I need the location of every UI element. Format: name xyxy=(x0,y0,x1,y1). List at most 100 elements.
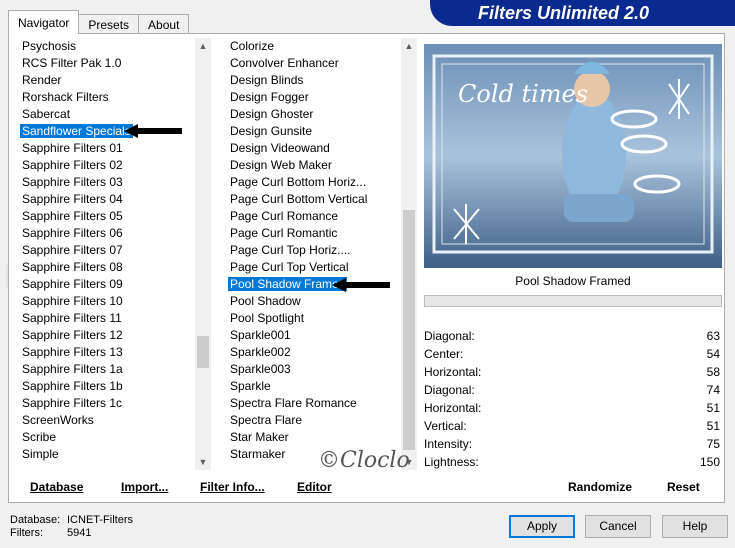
filter-item[interactable]: Pool Spotlight xyxy=(224,310,400,327)
parameter-row[interactable]: Diagonal: 74 xyxy=(424,381,722,399)
filter-item[interactable]: Page Curl Bottom Horiz... xyxy=(224,174,400,191)
tab-navigator[interactable]: Navigator xyxy=(8,10,80,34)
filter-item[interactable]: Star Maker xyxy=(224,429,400,446)
filter-item-label: Convolver Enhancer xyxy=(230,56,339,70)
filter-item-label: Page Curl Romance xyxy=(230,209,339,223)
parameter-row[interactable]: Vertical: 51 xyxy=(424,417,722,435)
filter-item[interactable]: Pool Shadow xyxy=(224,293,400,310)
parameter-list: Diagonal: 63 Center: 54 Horizontal: 58 Diagona… xyxy=(424,327,722,471)
parameter-row[interactable]: Horizontal: 58 xyxy=(424,363,722,381)
category-item[interactable]: Sapphire Filters 07 xyxy=(16,242,196,259)
status-area: Database: ICNET-Filters Filters: 5941 xyxy=(10,514,133,540)
filter-item[interactable]: Design Ghoster xyxy=(224,106,400,123)
filter-item[interactable]: Sparkle xyxy=(224,378,400,395)
category-list[interactable]: Psychosis RCS Filter Pak 1.0 Render Rorshac… xyxy=(16,38,196,470)
category-item[interactable]: Render xyxy=(16,72,196,89)
filter-item[interactable]: Page Curl Top Horiz.... xyxy=(224,242,400,259)
apply-button[interactable]: Apply xyxy=(509,515,575,538)
cancel-button[interactable]: Cancel xyxy=(585,515,651,538)
category-item[interactable]: RCS Filter Pak 1.0 xyxy=(16,55,196,72)
parameter-row[interactable]: Intensity: 75 xyxy=(424,435,722,453)
filter-item-label: Page Curl Top Horiz.... xyxy=(230,243,351,257)
filter-item[interactable]: Convolver Enhancer xyxy=(224,55,400,72)
filter-item-label: Page Curl Bottom Horiz... xyxy=(230,175,367,189)
category-item[interactable]: Sapphire Filters 06 xyxy=(16,225,196,242)
category-item[interactable]: Sapphire Filters 10 xyxy=(16,293,196,310)
parameter-label: Diagonal: xyxy=(424,329,475,343)
category-item[interactable]: Sapphire Filters 04 xyxy=(16,191,196,208)
category-item-label: Sapphire Filters 01 xyxy=(22,141,123,155)
filter-item-label: Page Curl Top Vertical xyxy=(230,260,349,274)
category-item[interactable]: Sabercat xyxy=(16,106,196,123)
filter-item[interactable]: Spectra Flare Romance xyxy=(224,395,400,412)
editor-button[interactable]: Editor xyxy=(297,480,332,494)
tab-presets[interactable]: Presets xyxy=(78,14,140,34)
filter-item[interactable]: Page Curl Top Vertical xyxy=(224,259,400,276)
filter-item[interactable]: Spectra Flare xyxy=(224,412,400,429)
category-item[interactable]: Simple xyxy=(16,446,196,463)
database-button[interactable]: Database xyxy=(30,480,83,494)
filter-item[interactable]: Page Curl Romance xyxy=(224,208,400,225)
category-item-label: Sapphire Filters 1b xyxy=(22,379,123,393)
category-item[interactable]: ScreenWorks xyxy=(16,412,196,429)
category-item[interactable]: Sapphire Filters 05 xyxy=(16,208,196,225)
filter-info-button[interactable]: Filter Info... xyxy=(200,480,265,494)
filter-item-label: Design Gunsite xyxy=(230,124,313,138)
parameter-value: 58 xyxy=(706,365,720,379)
category-item[interactable]: Psychosis xyxy=(16,38,196,55)
filter-item[interactable]: Sparkle001 xyxy=(224,327,400,344)
category-item[interactable]: Sapphire Filters 1c xyxy=(16,395,196,412)
help-button[interactable]: Help xyxy=(662,515,728,538)
category-item[interactable]: Sapphire Filters 13 xyxy=(16,344,196,361)
category-item[interactable]: Sapphire Filters 1a xyxy=(16,361,196,378)
filter-item[interactable]: Design Web Maker xyxy=(224,157,400,174)
category-item[interactable]: Sapphire Filters 02 xyxy=(16,157,196,174)
preview-image: Cold times xyxy=(424,44,722,268)
filter-item[interactable]: Design Fogger xyxy=(224,89,400,106)
parameter-row[interactable]: Diagonal: 63 xyxy=(424,327,722,345)
scroll-thumb[interactable] xyxy=(197,336,209,368)
filter-item-label: Design Videowand xyxy=(230,141,330,155)
category-item[interactable]: Sapphire Filters 01 xyxy=(16,140,196,157)
filter-item[interactable]: Design Blinds xyxy=(224,72,400,89)
category-item-label: Sapphire Filters 12 xyxy=(22,328,123,342)
filter-item[interactable]: Design Videowand xyxy=(224,140,400,157)
filter-item[interactable]: Sparkle002 xyxy=(224,344,400,361)
parameter-row[interactable]: Horizontal: 51 xyxy=(424,399,722,417)
filter-scrollbar[interactable]: ▲ ▼ xyxy=(401,38,417,470)
filter-item[interactable]: Page Curl Bottom Vertical xyxy=(224,191,400,208)
category-item[interactable]: Sapphire Filters 09 xyxy=(16,276,196,293)
category-item[interactable]: Sapphire Filters 08 xyxy=(16,259,196,276)
filters-count-value: 5941 xyxy=(67,527,92,539)
category-item[interactable]: Rorshack Filters xyxy=(16,89,196,106)
parameter-row[interactable]: Center: 54 xyxy=(424,345,722,363)
import-button[interactable]: Import... xyxy=(121,480,168,494)
filter-list[interactable]: Colorize Convolver Enhancer Design Blinds D… xyxy=(224,38,400,470)
category-item-label: Sapphire Filters 10 xyxy=(22,294,123,308)
scroll-up-arrow-icon[interactable]: ▲ xyxy=(195,38,211,54)
filter-item[interactable]: Design Gunsite xyxy=(224,123,400,140)
category-item[interactable]: Sapphire Filters 03 xyxy=(16,174,196,191)
category-item[interactable]: Sapphire Filters 12 xyxy=(16,327,196,344)
category-item-label: ScreenWorks xyxy=(22,413,94,427)
parameter-label: Lightness: xyxy=(424,455,479,469)
parameter-label: Horizontal: xyxy=(424,365,482,379)
parameter-label: Intensity: xyxy=(424,437,473,451)
filter-item[interactable]: Page Curl Romantic xyxy=(224,225,400,242)
category-item[interactable]: Sapphire Filters 11 xyxy=(16,310,196,327)
category-scrollbar[interactable]: ▲ ▼ xyxy=(195,38,211,470)
filter-item[interactable]: Sparkle003 xyxy=(224,361,400,378)
tab-about[interactable]: About xyxy=(138,14,190,34)
category-item[interactable]: Sapphire Filters 1b xyxy=(16,378,196,395)
category-item[interactable]: Scribe xyxy=(16,429,196,446)
parameter-row[interactable]: Lightness: 150 xyxy=(424,453,722,471)
filter-item[interactable]: Colorize xyxy=(224,38,400,55)
reset-button[interactable]: Reset xyxy=(667,480,700,494)
scroll-down-arrow-icon[interactable]: ▼ xyxy=(195,454,211,470)
scroll-thumb[interactable] xyxy=(403,210,415,450)
parameter-value: 150 xyxy=(699,455,720,469)
scroll-up-arrow-icon[interactable]: ▲ xyxy=(401,38,417,54)
randomize-button[interactable]: Randomize xyxy=(568,480,632,494)
parameter-value: 51 xyxy=(706,419,720,433)
category-item-label: Sapphire Filters 11 xyxy=(22,311,122,325)
